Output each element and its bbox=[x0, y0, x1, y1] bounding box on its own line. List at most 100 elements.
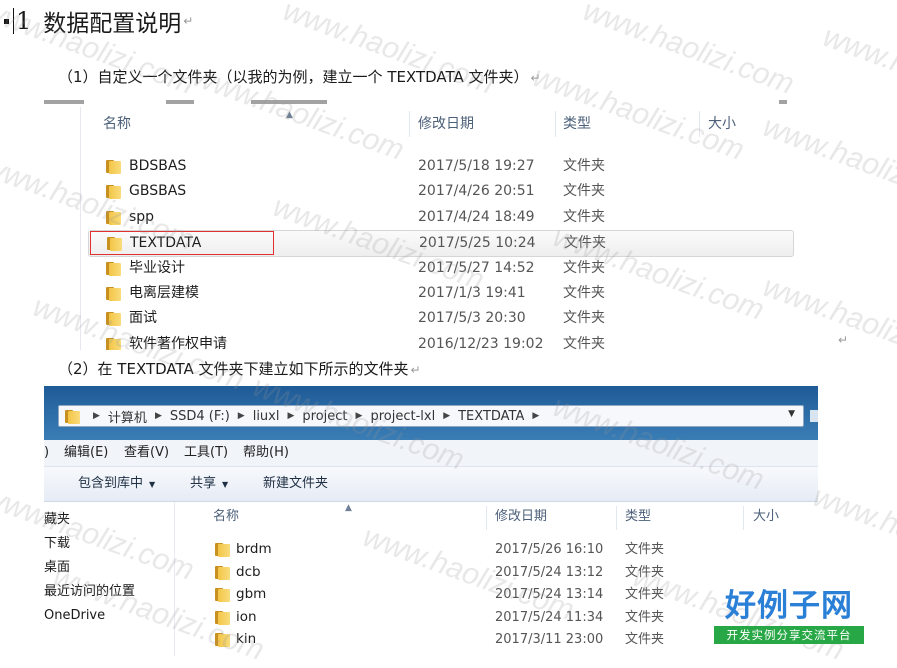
column-name[interactable]: 名称 bbox=[213, 502, 239, 532]
file-date: 2017/5/27 14:52 bbox=[418, 259, 535, 276]
breadcrumb-item[interactable]: project bbox=[302, 409, 347, 424]
folder-icon bbox=[106, 159, 122, 174]
file-row[interactable]: brdm 2017/5/26 16:10 文件夹 bbox=[175, 538, 818, 561]
paragraph-2-text: （2）在 TEXTDATA 文件夹下建立如下所示的文件夹 bbox=[58, 360, 409, 378]
column-header: 名称 ▲ 修改日期 类型 大小 bbox=[175, 502, 818, 532]
folder-icon bbox=[106, 286, 122, 301]
file-row[interactable]: spp 2017/4/24 18:49 文件夹 bbox=[81, 205, 839, 230]
paragraph-mark-icon: ↵ bbox=[838, 333, 849, 347]
file-type: 文件夹 bbox=[625, 632, 665, 648]
menu-help[interactable]: 帮助(H) bbox=[243, 440, 289, 466]
menu-edit[interactable]: 编辑(E) bbox=[64, 440, 108, 466]
watermark: www.haolizi.com bbox=[578, 0, 799, 101]
nav-item-downloads[interactable]: 下载 bbox=[44, 532, 70, 556]
column-size[interactable]: 大小 bbox=[753, 502, 779, 532]
file-name: kin bbox=[236, 631, 257, 648]
folder-icon bbox=[65, 409, 81, 424]
chevron-right-icon[interactable]: ▶ bbox=[287, 411, 294, 421]
menu-bar: ) 编辑(E) 查看(V) 工具(T) 帮助(H) bbox=[44, 440, 818, 467]
file-row[interactable]: 面试 2017/5/3 20:30 文件夹 bbox=[81, 306, 839, 331]
file-row[interactable]: 电离层建模 2017/1/3 19:41 文件夹 bbox=[81, 281, 839, 306]
menu-file[interactable]: ) bbox=[44, 440, 49, 466]
file-row[interactable]: dcb 2017/5/24 13:12 文件夹 bbox=[175, 561, 818, 584]
chevron-down-icon: ▼ bbox=[222, 480, 229, 489]
file-date: 2017/5/18 19:27 bbox=[418, 158, 535, 174]
navigation-pane: 藏夹 下载 桌面 最近访问的位置 OneDrive bbox=[44, 502, 175, 656]
chevron-right-icon[interactable]: ▶ bbox=[238, 411, 245, 421]
chevron-right-icon[interactable]: ▶ bbox=[443, 411, 450, 421]
chevron-down-icon[interactable]: ▼ bbox=[788, 409, 795, 419]
folder-icon bbox=[215, 565, 231, 580]
file-name: 电离层建模 bbox=[129, 285, 199, 301]
paragraph-mark-icon: ↵ bbox=[530, 71, 541, 85]
column-type[interactable]: 类型 bbox=[563, 109, 591, 139]
text-cursor bbox=[13, 8, 14, 34]
file-type: 文件夹 bbox=[563, 183, 605, 200]
file-type: 文件夹 bbox=[563, 285, 605, 301]
column-name[interactable]: 名称 bbox=[103, 109, 131, 139]
site-logo: 好例子网 开发实例分享交流平台 bbox=[714, 588, 864, 648]
folder-icon bbox=[106, 261, 122, 276]
breadcrumb-item[interactable]: SSD4 (F:) bbox=[170, 409, 230, 424]
column-date[interactable]: 修改日期 bbox=[418, 109, 474, 139]
file-date: 2017/5/25 10:24 bbox=[419, 235, 536, 252]
file-type: 文件夹 bbox=[563, 310, 605, 327]
explorer-window-2: ▶ 计算机 ▶ SSD4 (F:) ▶ liuxl ▶ project ▶ project-lxl… bbox=[44, 386, 818, 656]
column-size[interactable]: 大小 bbox=[708, 109, 736, 139]
chevron-right-icon[interactable]: ▶ bbox=[155, 411, 162, 421]
sort-up-icon: ▲ bbox=[345, 503, 352, 513]
breadcrumb-item[interactable]: TEXTDATA bbox=[458, 409, 524, 424]
file-type: 文件夹 bbox=[625, 564, 665, 580]
heading-number: 1 bbox=[16, 7, 32, 35]
column-type[interactable]: 类型 bbox=[625, 502, 651, 532]
file-name: 毕业设计 bbox=[129, 259, 185, 276]
file-row[interactable]: 毕业设计 2017/5/27 14:52 文件夹 bbox=[81, 256, 839, 281]
file-date: 2017/1/3 19:41 bbox=[418, 285, 526, 301]
folder-icon bbox=[106, 311, 122, 327]
file-row[interactable]: BDSBAS 2017/5/18 19:27 文件夹 bbox=[81, 154, 839, 179]
section-heading: 1 数据配置说明 ↵ bbox=[4, 4, 193, 38]
nav-item-recent[interactable]: 最近访问的位置 bbox=[44, 580, 135, 604]
file-date: 2016/12/23 19:02 bbox=[418, 335, 544, 350]
heading-bullet bbox=[4, 18, 9, 24]
file-type: 文件夹 bbox=[625, 542, 665, 557]
column-date[interactable]: 修改日期 bbox=[495, 502, 547, 532]
file-name: spp bbox=[129, 208, 155, 225]
watermark: www.haolizi.com bbox=[808, 480, 897, 587]
share-button[interactable]: 共享 ▼ bbox=[190, 467, 228, 501]
chevron-right-icon[interactable]: ▶ bbox=[93, 411, 100, 421]
breadcrumb-item[interactable]: 计算机 bbox=[108, 407, 147, 426]
nav-item-favorites[interactable]: 藏夹 bbox=[44, 508, 70, 532]
file-date: 2017/5/24 13:12 bbox=[495, 564, 604, 580]
include-in-library-button[interactable]: 包含到库中 ▼ bbox=[78, 467, 155, 501]
explorer-window-1: 名称 ▲ 修改日期 类型 大小 BDSBAS 2017/5/18 19:27 文件夹… bbox=[44, 97, 839, 350]
column-header: 名称 ▲ 修改日期 类型 大小 bbox=[81, 109, 839, 139]
breadcrumb-item[interactable]: project-lxl bbox=[370, 409, 435, 424]
file-type: 文件夹 bbox=[564, 235, 606, 252]
file-name: BDSBAS bbox=[129, 158, 187, 174]
paragraph-mark-icon: ↵ bbox=[410, 363, 421, 377]
file-name: 软件著作权申请 bbox=[129, 335, 227, 350]
nav-item-onedrive[interactable]: OneDrive bbox=[44, 604, 105, 628]
nav-item-desktop[interactable]: 桌面 bbox=[44, 556, 70, 580]
chevron-right-icon[interactable]: ▶ bbox=[356, 411, 363, 421]
new-folder-button[interactable]: 新建文件夹 bbox=[263, 467, 328, 501]
file-type: 文件夹 bbox=[563, 208, 605, 225]
file-name: GBSBAS bbox=[129, 183, 187, 200]
file-row[interactable]: GBSBAS 2017/4/26 20:51 文件夹 bbox=[81, 179, 839, 204]
file-type: 文件夹 bbox=[563, 259, 605, 276]
menu-tools[interactable]: 工具(T) bbox=[184, 440, 228, 466]
paragraph-mark-icon: ↵ bbox=[183, 14, 194, 28]
logo-subtitle: 开发实例分享交流平台 bbox=[714, 626, 864, 644]
menu-view[interactable]: 查看(V) bbox=[124, 440, 169, 466]
cropped-toolbar bbox=[44, 97, 839, 107]
chevron-right-icon[interactable]: ▶ bbox=[532, 411, 539, 421]
breadcrumb-item[interactable]: liuxl bbox=[253, 409, 280, 424]
address-bar[interactable]: ▶ 计算机 ▶ SSD4 (F:) ▶ liuxl ▶ project ▶ project-lxl… bbox=[58, 405, 804, 427]
file-row[interactable]: 软件著作权申请 2016/12/23 19:02 文件夹 bbox=[81, 332, 839, 350]
file-name: dcb bbox=[236, 563, 261, 580]
file-date: 2017/3/11 23:00 bbox=[495, 632, 604, 648]
sort-up-icon: ▲ bbox=[286, 110, 293, 120]
refresh-button[interactable] bbox=[810, 410, 818, 422]
breadcrumb: ▶ 计算机 ▶ SSD4 (F:) ▶ liuxl ▶ project ▶ project-lxl… bbox=[65, 406, 547, 426]
